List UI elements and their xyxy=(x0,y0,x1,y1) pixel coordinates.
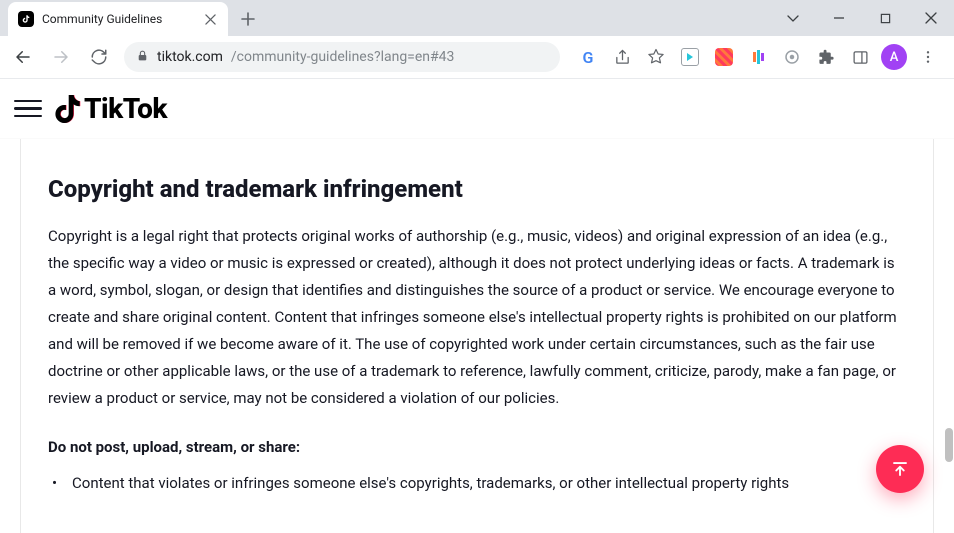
back-button[interactable] xyxy=(6,40,40,74)
forward-button[interactable] xyxy=(44,40,78,74)
tab-strip: Community Guidelines xyxy=(0,2,262,36)
tab-title: Community Guidelines xyxy=(42,12,194,26)
scrollbar-thumb[interactable] xyxy=(945,428,953,462)
extension-teal-icon[interactable] xyxy=(676,43,704,71)
minimize-button[interactable] xyxy=(816,3,862,33)
url-host: tiktok.com xyxy=(157,49,223,65)
bookmark-star-icon[interactable] xyxy=(642,43,670,71)
content-border-left xyxy=(20,139,21,533)
side-panel-icon[interactable] xyxy=(846,43,874,71)
extension-tray: G A xyxy=(568,43,948,71)
share-icon[interactable] xyxy=(608,43,636,71)
prohibition-intro: Do not post, upload, stream, or share: xyxy=(48,438,906,456)
tiktok-favicon xyxy=(18,11,34,27)
avatar-letter: A xyxy=(881,44,907,70)
address-bar[interactable]: tiktok.com/community-guidelines?lang=en#… xyxy=(124,42,560,72)
scroll-to-top-button[interactable] xyxy=(876,445,924,493)
browser-tab[interactable]: Community Guidelines xyxy=(8,2,228,36)
lock-icon xyxy=(136,49,149,66)
browser-toolbar: tiktok.com/community-guidelines?lang=en#… xyxy=(0,36,954,79)
extensions-puzzle-icon[interactable] xyxy=(812,43,840,71)
window-titlebar: Community Guidelines xyxy=(0,0,954,36)
section-paragraph: Copyright is a legal right that protects… xyxy=(48,223,906,412)
close-window-button[interactable] xyxy=(908,3,954,33)
tiktok-note-icon xyxy=(54,93,82,125)
list-item: Content that violates or infringes someo… xyxy=(66,470,906,497)
article-content: Copyright and trademark infringement Cop… xyxy=(0,139,954,533)
brand-wordmark: TikTok xyxy=(84,92,167,125)
profile-avatar[interactable]: A xyxy=(880,43,908,71)
url-path: /community-guidelines?lang=en#43 xyxy=(231,49,455,65)
site-header: TikTok xyxy=(0,79,954,139)
extension-orange-icon[interactable] xyxy=(710,43,738,71)
close-icon[interactable] xyxy=(202,11,218,27)
chevron-down-icon[interactable] xyxy=(770,3,816,33)
tiktok-logo[interactable]: TikTok xyxy=(54,92,167,125)
reload-button[interactable] xyxy=(82,40,116,74)
content-border-right xyxy=(933,139,934,533)
hamburger-menu-icon[interactable] xyxy=(14,95,42,123)
extension-bars-icon[interactable] xyxy=(744,43,772,71)
extension-circle-icon[interactable] xyxy=(778,43,806,71)
page-viewport: TikTok Copyright and trademark infringem… xyxy=(0,79,954,533)
prohibition-list: Content that violates or infringes someo… xyxy=(48,470,906,497)
section-heading: Copyright and trademark infringement xyxy=(48,175,906,203)
maximize-button[interactable] xyxy=(862,3,908,33)
kebab-menu-icon[interactable] xyxy=(914,43,942,71)
window-controls xyxy=(770,0,954,36)
new-tab-button[interactable] xyxy=(234,5,262,33)
google-icon[interactable]: G xyxy=(574,43,602,71)
